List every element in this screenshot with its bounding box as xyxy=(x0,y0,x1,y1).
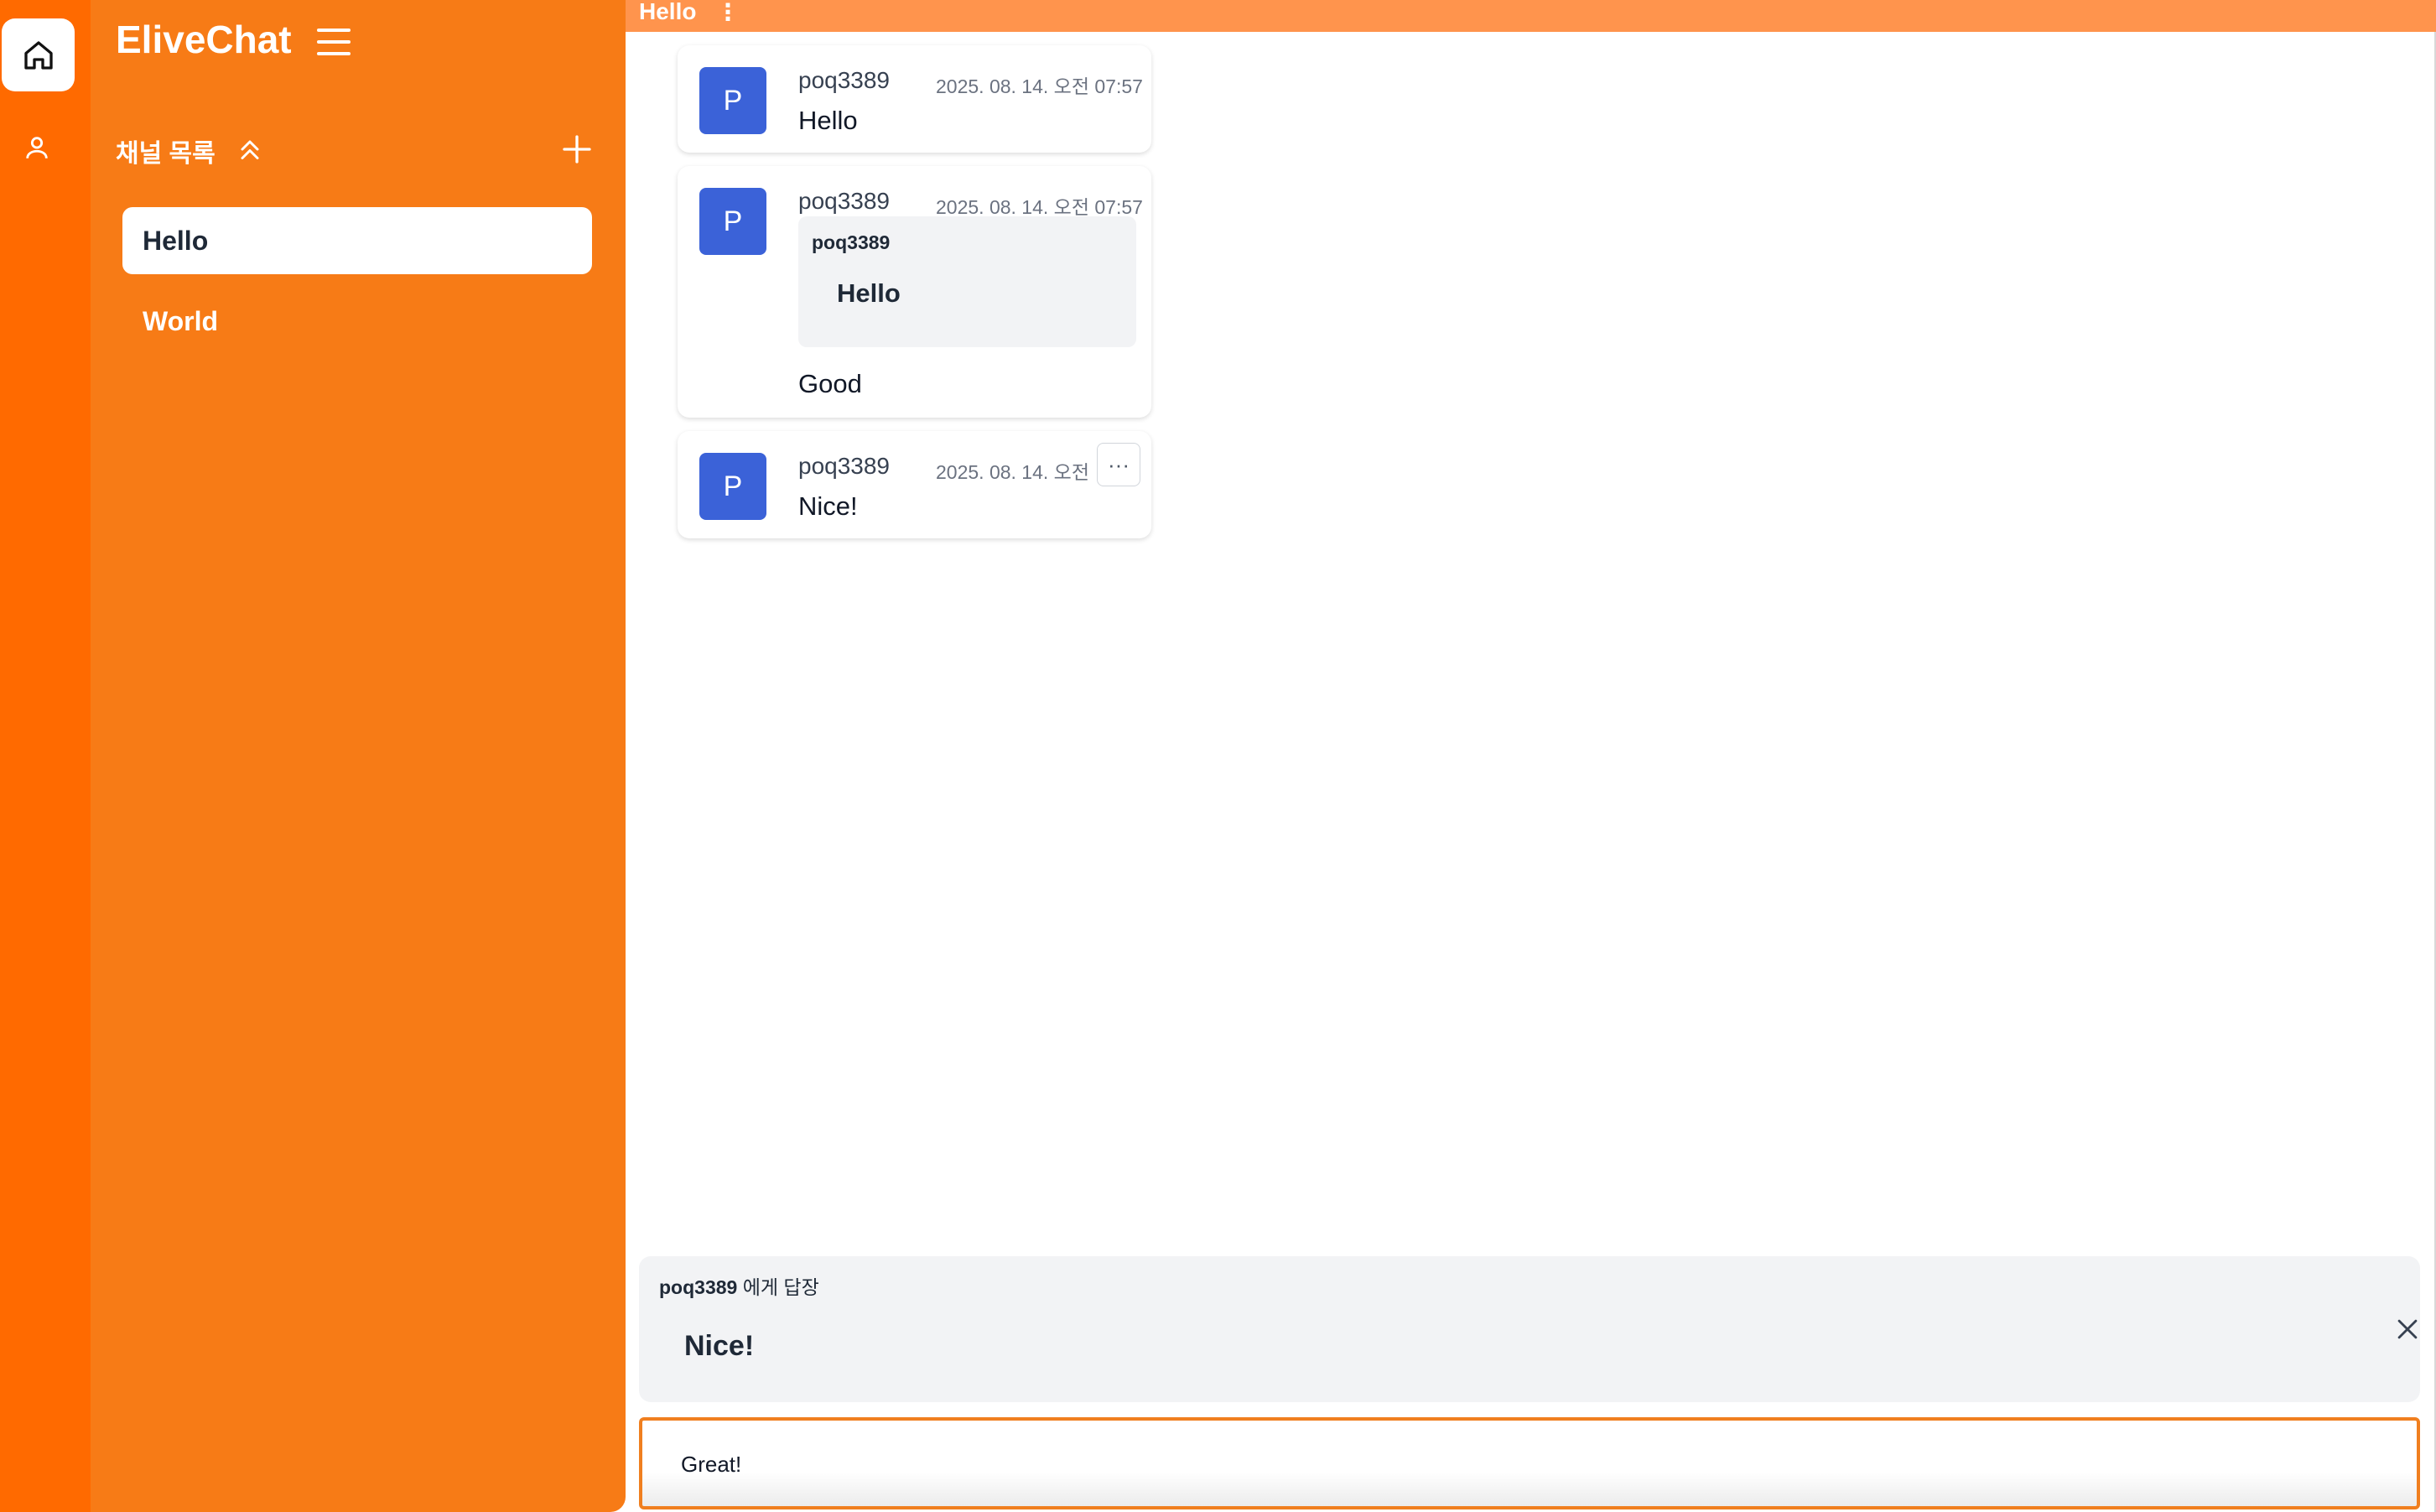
channel-label: World xyxy=(143,305,219,336)
more-icon[interactable]: ··· xyxy=(1097,443,1140,486)
channel-item-world[interactable]: World xyxy=(122,288,592,355)
channel-label: Hello xyxy=(143,225,209,256)
profile-button[interactable] xyxy=(20,131,54,164)
menu-icon[interactable] xyxy=(317,27,354,57)
avatar: P xyxy=(699,67,766,134)
message-author: poq3389 xyxy=(798,453,891,479)
channels-header: 채널 목록 xyxy=(116,140,216,168)
channel-sidebar: EliveChat 채널 목록 Hello World xyxy=(91,0,626,1512)
message[interactable]: P poq3389 2025. 08. 14. 오전 07:57 poq3389… xyxy=(678,166,1151,418)
avatar: P xyxy=(699,453,766,520)
reply-suffix: 에게 답장 xyxy=(737,1276,819,1298)
close-icon[interactable] xyxy=(2393,1315,2422,1343)
channel-item-hello[interactable]: Hello xyxy=(122,207,592,274)
app-title: EliveChat xyxy=(116,18,292,61)
channel-title: Hello xyxy=(639,0,697,24)
plus-icon[interactable] xyxy=(560,132,594,166)
message-author: poq3389 xyxy=(798,188,891,214)
icon-rail xyxy=(0,0,91,1512)
user-icon xyxy=(26,137,48,158)
message-timestamp: 2025. 08. 14. 오전 07:57 xyxy=(936,75,1143,97)
message[interactable]: P poq3389 2025. 08. 14. 오전 07:57 Hello xyxy=(678,45,1151,153)
reply-label: poq3389 에게 답장 xyxy=(659,1271,819,1300)
message-composer xyxy=(639,1417,2420,1509)
message-text: Good xyxy=(798,369,862,398)
home-button[interactable] xyxy=(2,18,75,91)
message-text: Hello xyxy=(798,106,858,135)
chat-panel: Hello ⋮ P poq3389 2025. 08. 14. 오전 07:57… xyxy=(626,0,2436,1512)
reply-text: Nice! xyxy=(684,1330,755,1362)
channel-menu-icon[interactable]: ⋮ xyxy=(716,0,740,26)
message[interactable]: P poq3389 2025. 08. 14. 오전 0 Nice! ··· xyxy=(678,431,1151,538)
quoted-author: poq3389 xyxy=(812,231,891,253)
channel-header: Hello ⋮ xyxy=(626,0,2436,32)
reply-preview: poq3389 에게 답장 Nice! xyxy=(639,1256,2420,1402)
quoted-message: poq3389 Hello xyxy=(798,216,1136,347)
quoted-text: Hello xyxy=(837,278,901,308)
message-input[interactable] xyxy=(681,1446,2274,1483)
reply-target: poq3389 xyxy=(659,1276,738,1298)
home-icon xyxy=(23,40,53,70)
chevrons-up-icon[interactable] xyxy=(235,134,265,164)
message-timestamp: 2025. 08. 14. 오전 0 xyxy=(936,461,1095,483)
avatar: P xyxy=(699,188,766,255)
message-author: poq3389 xyxy=(798,67,891,93)
message-timestamp: 2025. 08. 14. 오전 07:57 xyxy=(936,196,1143,218)
message-text: Nice! xyxy=(798,491,858,521)
